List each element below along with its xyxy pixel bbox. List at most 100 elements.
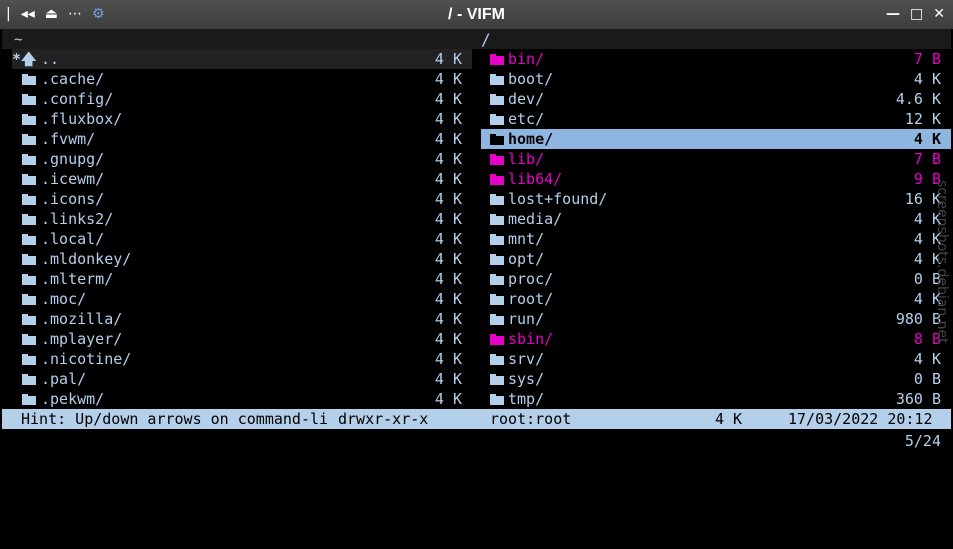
file-name: .. [41,50,60,68]
file-row[interactable]: tmp/360 B [481,389,951,409]
folder-icon [22,74,36,85]
file-row[interactable]: lib64/9 B [481,169,951,189]
window-title: / - VIFM [448,6,505,23]
file-size: 7 B [913,50,941,68]
file-row[interactable]: dev/4.6 K [481,89,951,109]
file-row[interactable]: boot/4 K [481,69,951,89]
folder-icon [22,114,36,125]
maximize-button[interactable]: □ [910,4,923,24]
file-row[interactable]: srv/4 K [481,349,951,369]
file-name: .links2/ [41,210,114,228]
file-row[interactable]: .fvwm/4 K [12,129,472,149]
folder-icon [490,334,504,345]
file-row[interactable]: .mldonkey/4 K [12,249,472,269]
file-row[interactable]: .local/4 K [12,229,472,249]
file-name: bin/ [508,50,545,68]
minimize-button[interactable]: — [886,4,900,24]
file-row[interactable]: .moc/4 K [12,289,472,309]
file-name: .mplayer/ [41,330,123,348]
file-row[interactable]: *🡅.. 4 K [12,49,472,69]
file-row[interactable]: .mozilla/4 K [12,309,472,329]
folder-icon [490,114,504,125]
file-size: 4 K [434,110,462,128]
file-size: 4 K [434,330,462,348]
file-row[interactable]: root/4 K [481,289,951,309]
folder-icon [22,294,36,305]
file-size: 4 K [434,250,462,268]
file-row[interactable]: .config/4 K [12,89,472,109]
file-size: 4 K [434,290,462,308]
file-size: 4 K [434,170,462,188]
folder-icon [490,394,504,405]
close-button[interactable]: ✕ [933,4,945,24]
file-row[interactable]: opt/4 K [481,249,951,269]
file-row[interactable]: bin/7 B [481,49,951,69]
position-counter: 5/24 [904,432,941,450]
file-name: .config/ [41,90,114,108]
file-name: lib/ [508,150,545,168]
file-row[interactable]: .mplayer/4 K [12,329,472,349]
folder-icon [490,274,504,285]
file-size: 12 K [904,110,941,128]
folder-icon [22,234,36,245]
file-row[interactable]: .pekwm/4 K [12,389,472,409]
file-name: .cache/ [41,70,105,88]
file-name: tmp/ [508,390,545,408]
file-size: 4 K [434,350,462,368]
file-row[interactable]: .gnupg/4 K [12,149,472,169]
datetime-text: 17/03/2022 20:12 [788,410,933,428]
file-name: boot/ [508,70,554,88]
folder-icon [22,254,36,265]
file-name: etc/ [508,110,545,128]
folder-icon [22,94,36,105]
file-row[interactable]: proc/0 B [481,269,951,289]
file-name: dev/ [508,90,545,108]
file-name: srv/ [508,350,545,368]
file-size: 4 K [434,150,462,168]
file-size: 4 K [434,370,462,388]
file-size: 360 B [895,390,941,408]
file-name: root/ [508,290,554,308]
folder-icon [22,274,36,285]
file-row[interactable]: .icons/4 K [12,189,472,209]
file-name: .mldonkey/ [41,250,132,268]
watermark: screenshots.debian.net [934,180,950,344]
file-name: .icons/ [41,190,105,208]
file-name: .fluxbox/ [41,110,123,128]
folder-icon [22,334,36,345]
file-row[interactable]: .links2/4 K [12,209,472,229]
file-size: 7 B [913,150,941,168]
folder-icon [490,94,504,105]
owner-text: root:root [490,410,572,428]
right-file-pane[interactable]: bin/7 Bboot/4 Kdev/4.6 Ketc/12 Khome/4 K… [481,49,951,409]
file-row[interactable]: run/980 B [481,309,951,329]
folder-icon [22,314,36,325]
file-row[interactable]: .pal/4 K [12,369,472,389]
file-row[interactable]: .icewm/4 K [12,169,472,189]
file-row[interactable]: mnt/4 K [481,229,951,249]
left-file-pane[interactable]: *🡅.. 4 K .cache/4 K .config/4 K .fluxbox/4 K… [12,49,472,409]
file-row[interactable]: lib/7 B [481,149,951,169]
file-row[interactable]: sys/0 B [481,369,951,389]
file-name: lost+found/ [508,190,608,208]
file-row[interactable]: .cache/4 K [12,69,472,89]
folder-icon [490,374,504,385]
file-row[interactable]: etc/12 K [481,109,951,129]
file-row[interactable]: .fluxbox/4 K [12,109,472,129]
file-size: 4 K [434,70,462,88]
file-row[interactable]: home/4 K [481,129,951,149]
file-name: mnt/ [508,230,545,248]
file-name: lib64/ [508,170,563,188]
file-row[interactable]: sbin/8 B [481,329,951,349]
window-controls: — □ ✕ [886,4,945,24]
file-size: 4 K [913,130,941,148]
file-name: home/ [508,130,554,148]
status-bar: Hint: Up/down arrows on command-li drwxr… [2,409,951,429]
folder-icon [22,194,36,205]
file-row[interactable]: .mlterm/4 K [12,269,472,289]
file-row[interactable]: media/4 K [481,209,951,229]
file-row[interactable]: .nicotine/4 K [12,349,472,369]
file-name: .mlterm/ [41,270,114,288]
file-name: .pekwm/ [41,390,105,408]
file-row[interactable]: lost+found/16 K [481,189,951,209]
